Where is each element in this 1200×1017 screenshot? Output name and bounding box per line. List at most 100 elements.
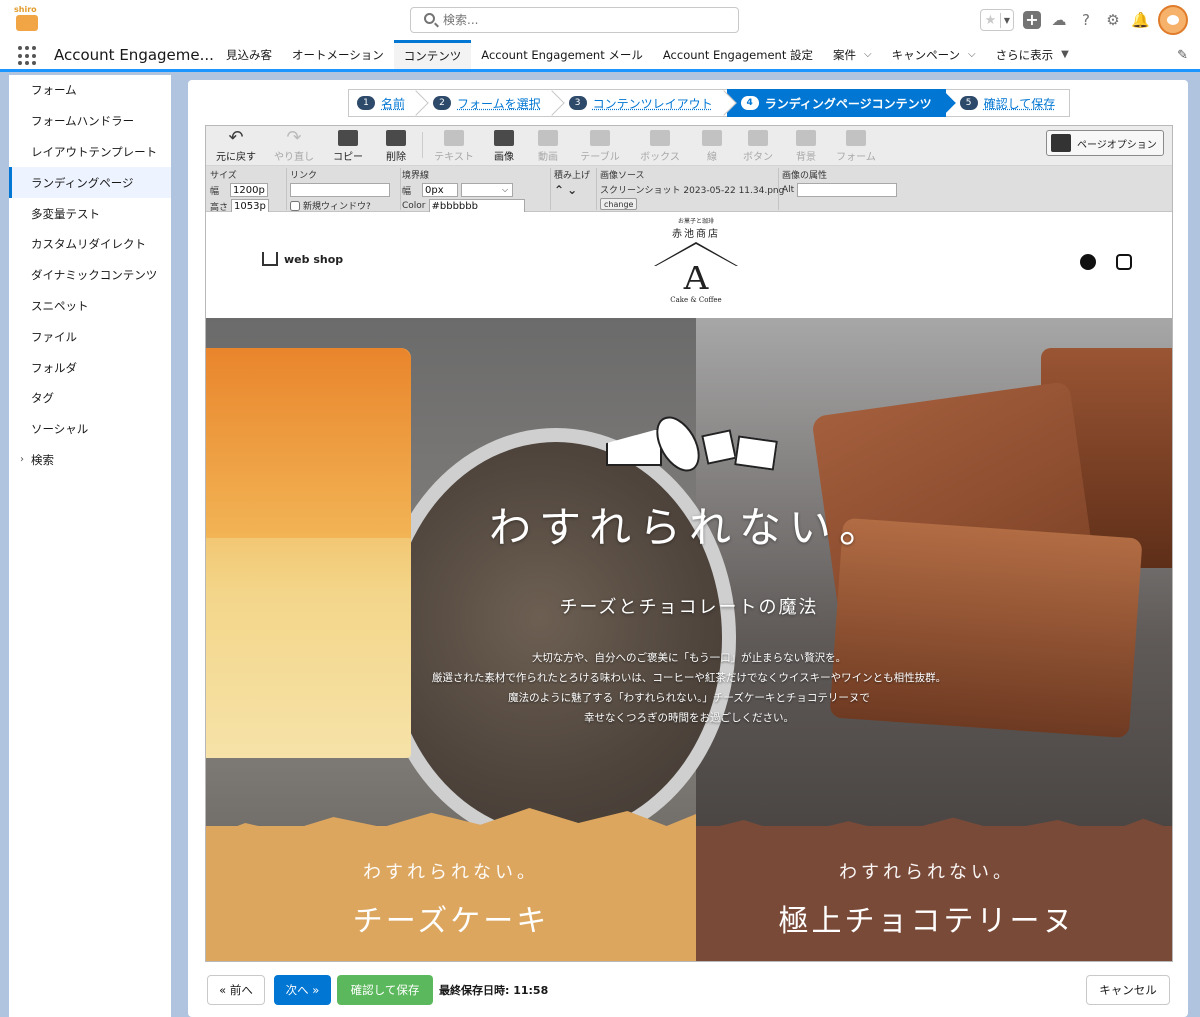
nav-tab-opportunities[interactable]: 案件 ⌵ bbox=[823, 40, 882, 69]
nav-tab-prospects[interactable]: 見込み客 bbox=[216, 40, 282, 69]
gear-icon[interactable]: ⚙ bbox=[1104, 11, 1122, 29]
nav-tab-campaigns[interactable]: キャンペーン ⌵ bbox=[882, 40, 986, 69]
properties-bar: サイズ 幅 高さ リンク 新規ウィンドウ? 境界線 幅⌵ Color 積み上げ … bbox=[206, 166, 1172, 213]
insert-form-button[interactable]: フォーム bbox=[830, 130, 882, 163]
change-image-button[interactable]: change bbox=[600, 198, 638, 210]
wizard-step-select-form[interactable]: 2 フォームを選択 bbox=[419, 89, 565, 117]
nav-tab-settings[interactable]: Account Engagement 設定 bbox=[653, 40, 823, 69]
edit-nav-icon[interactable]: ✎ bbox=[1177, 48, 1188, 63]
instagram-icon[interactable] bbox=[1116, 254, 1132, 270]
redo-button[interactable]: ↷ やり直し bbox=[268, 127, 320, 164]
chevron-down-icon[interactable]: ▼ bbox=[1001, 16, 1013, 25]
cheese-cacao-illustration bbox=[606, 409, 791, 479]
wizard-step-confirm-save[interactable]: 5 確認して保存 bbox=[945, 89, 1071, 117]
org-logo[interactable]: shiro bbox=[8, 5, 42, 33]
cheese-icon bbox=[606, 428, 662, 466]
chevron-down-icon[interactable]: ⌵ bbox=[864, 49, 872, 60]
width-input[interactable] bbox=[230, 183, 269, 197]
sidebar-item-forms[interactable]: フォーム bbox=[9, 75, 171, 106]
caret-down-icon[interactable]: ▼ bbox=[1061, 49, 1069, 60]
undo-button[interactable]: ↶ 元に戻す bbox=[210, 129, 262, 164]
sidebar-item-files[interactable]: ファイル bbox=[9, 321, 171, 352]
insert-box-button[interactable]: ボックス bbox=[634, 130, 686, 163]
next-button[interactable]: 次へ » bbox=[274, 975, 331, 1005]
hero-image[interactable]: わすれられない。 チーズとチョコレートの魔法 大切な方や、自分へのご褒美に「もう… bbox=[206, 318, 1172, 961]
global-search[interactable] bbox=[410, 7, 739, 33]
nav-tab-email[interactable]: Account Engagement メール bbox=[471, 40, 653, 69]
favorites-button[interactable]: ★ ▼ bbox=[980, 9, 1014, 31]
border-style-select[interactable]: ⌵ bbox=[461, 183, 514, 197]
sidebar-item-snippets[interactable]: スニペット bbox=[9, 291, 171, 322]
page-options-button[interactable]: ページオプション bbox=[1046, 130, 1164, 156]
wizard-step-content-layout[interactable]: 3 コンテンツレイアウト bbox=[554, 89, 737, 117]
trailhead-icon[interactable]: ☁ bbox=[1050, 11, 1068, 29]
cancel-button[interactable]: キャンセル bbox=[1086, 975, 1170, 1005]
link-input[interactable] bbox=[290, 183, 390, 197]
global-header: shiro ★ ▼ + ☁ ? ⚙ 🔔 bbox=[0, 0, 1200, 40]
sidebar-item-social[interactable]: ソーシャル bbox=[9, 414, 171, 445]
nav-tab-automation[interactable]: オートメーション bbox=[282, 40, 394, 69]
border-group: 境界線 幅⌵ Color bbox=[402, 168, 548, 213]
insert-button-button[interactable]: ボタン bbox=[732, 130, 784, 163]
redo-icon: ↷ bbox=[286, 127, 302, 148]
send-backward-icon[interactable]: ⌄ bbox=[567, 183, 577, 197]
copy-icon bbox=[338, 130, 358, 146]
hero-body: 大切な方や、自分へのご褒美に「もう一口」が止まらない贅沢を。 厳選された素材で作… bbox=[431, 652, 947, 724]
last-saved-text: 最終保存日時: 11:58 bbox=[439, 984, 549, 997]
chocolate-bar-icon bbox=[701, 429, 737, 465]
cheesecake-caption: わすれられない。 チーズケーキ bbox=[352, 862, 550, 939]
sidebar-item-folders[interactable]: フォルダ bbox=[9, 352, 171, 383]
app-launcher-icon[interactable] bbox=[18, 46, 38, 66]
nav-items: 見込み客 オートメーション コンテンツ Account Engagement メ… bbox=[216, 40, 1079, 69]
wizard-step-name[interactable]: 1 名前 bbox=[348, 89, 429, 117]
insert-video-button[interactable]: 動画 bbox=[522, 130, 574, 163]
stack-group: 積み上げ ⌃ ⌄ bbox=[554, 171, 591, 197]
copy-button[interactable]: コピー bbox=[322, 130, 374, 163]
delete-button[interactable]: 削除 bbox=[370, 130, 422, 163]
image-attributes-group: 画像の属性 Alt bbox=[782, 168, 902, 210]
sidebar-item-dynamic-content[interactable]: ダイナミックコンテンツ bbox=[9, 260, 171, 291]
terrine-caption: わすれられない。 極上チョコテリーヌ bbox=[778, 862, 1076, 939]
add-icon[interactable]: + bbox=[1023, 11, 1041, 29]
sidebar-item-layout-templates[interactable]: レイアウトテンプレート bbox=[9, 137, 171, 168]
nav-tab-content[interactable]: コンテンツ bbox=[393, 40, 472, 69]
button-icon bbox=[748, 130, 768, 146]
roof-icon bbox=[654, 242, 738, 266]
brand-logo: お菓子と珈琲 赤池商店 A Cake & Coffee bbox=[651, 216, 741, 304]
chevron-right-icon[interactable]: › bbox=[20, 454, 24, 465]
sidebar-item-search[interactable]: › 検索 bbox=[9, 445, 171, 476]
sidebar-item-landing-pages[interactable]: ランディングページ bbox=[9, 167, 171, 199]
prev-button[interactable]: « 前へ bbox=[207, 975, 265, 1005]
sidebar-item-multivariate-tests[interactable]: 多変量テスト bbox=[9, 198, 171, 229]
help-icon[interactable]: ? bbox=[1077, 11, 1095, 29]
editor-canvas[interactable]: web shop お菓子と珈琲 赤池商店 A Cake & Coffee わすれ… bbox=[206, 212, 1172, 961]
border-color-input[interactable] bbox=[428, 199, 525, 213]
webshop-link[interactable]: web shop bbox=[262, 252, 343, 266]
app-name: Account Engageme... bbox=[54, 46, 214, 64]
sliders-icon bbox=[1051, 134, 1071, 152]
avatar[interactable] bbox=[1158, 5, 1188, 35]
bell-icon[interactable]: 🔔 bbox=[1131, 11, 1150, 29]
sidebar-item-tags[interactable]: タグ bbox=[9, 383, 171, 414]
insert-table-button[interactable]: テーブル bbox=[574, 130, 626, 163]
sidebar-item-form-handlers[interactable]: フォームハンドラー bbox=[9, 106, 171, 137]
lp-header[interactable]: web shop お菓子と珈琲 赤池商店 A Cake & Coffee bbox=[206, 212, 1172, 318]
sidebar-item-custom-redirects[interactable]: カスタムリダイレクト bbox=[9, 229, 171, 260]
background-button[interactable]: 背景 bbox=[780, 130, 832, 163]
link-group: リンク 新規ウィンドウ? bbox=[290, 168, 398, 212]
wizard-step-landing-content[interactable]: 4 ランディングページコンテンツ bbox=[726, 89, 956, 117]
insert-line-button[interactable]: 線 bbox=[686, 130, 738, 163]
text-icon bbox=[444, 130, 464, 146]
favorite-star-icon[interactable]: ★ bbox=[981, 12, 1001, 28]
nav-tab-more[interactable]: さらに表示 ▼ bbox=[986, 40, 1079, 69]
facebook-icon[interactable] bbox=[1080, 254, 1096, 270]
confirm-save-button[interactable]: 確認して保存 bbox=[337, 975, 433, 1005]
border-width-input[interactable] bbox=[422, 183, 459, 197]
search-input[interactable] bbox=[443, 11, 733, 29]
bring-forward-icon[interactable]: ⌃ bbox=[554, 183, 564, 197]
chevron-down-icon[interactable]: ⌵ bbox=[968, 49, 976, 60]
new-window-checkbox[interactable] bbox=[290, 200, 300, 211]
insert-text-button[interactable]: テキスト bbox=[428, 130, 480, 163]
height-input[interactable] bbox=[231, 199, 270, 213]
alt-input[interactable] bbox=[797, 183, 898, 197]
